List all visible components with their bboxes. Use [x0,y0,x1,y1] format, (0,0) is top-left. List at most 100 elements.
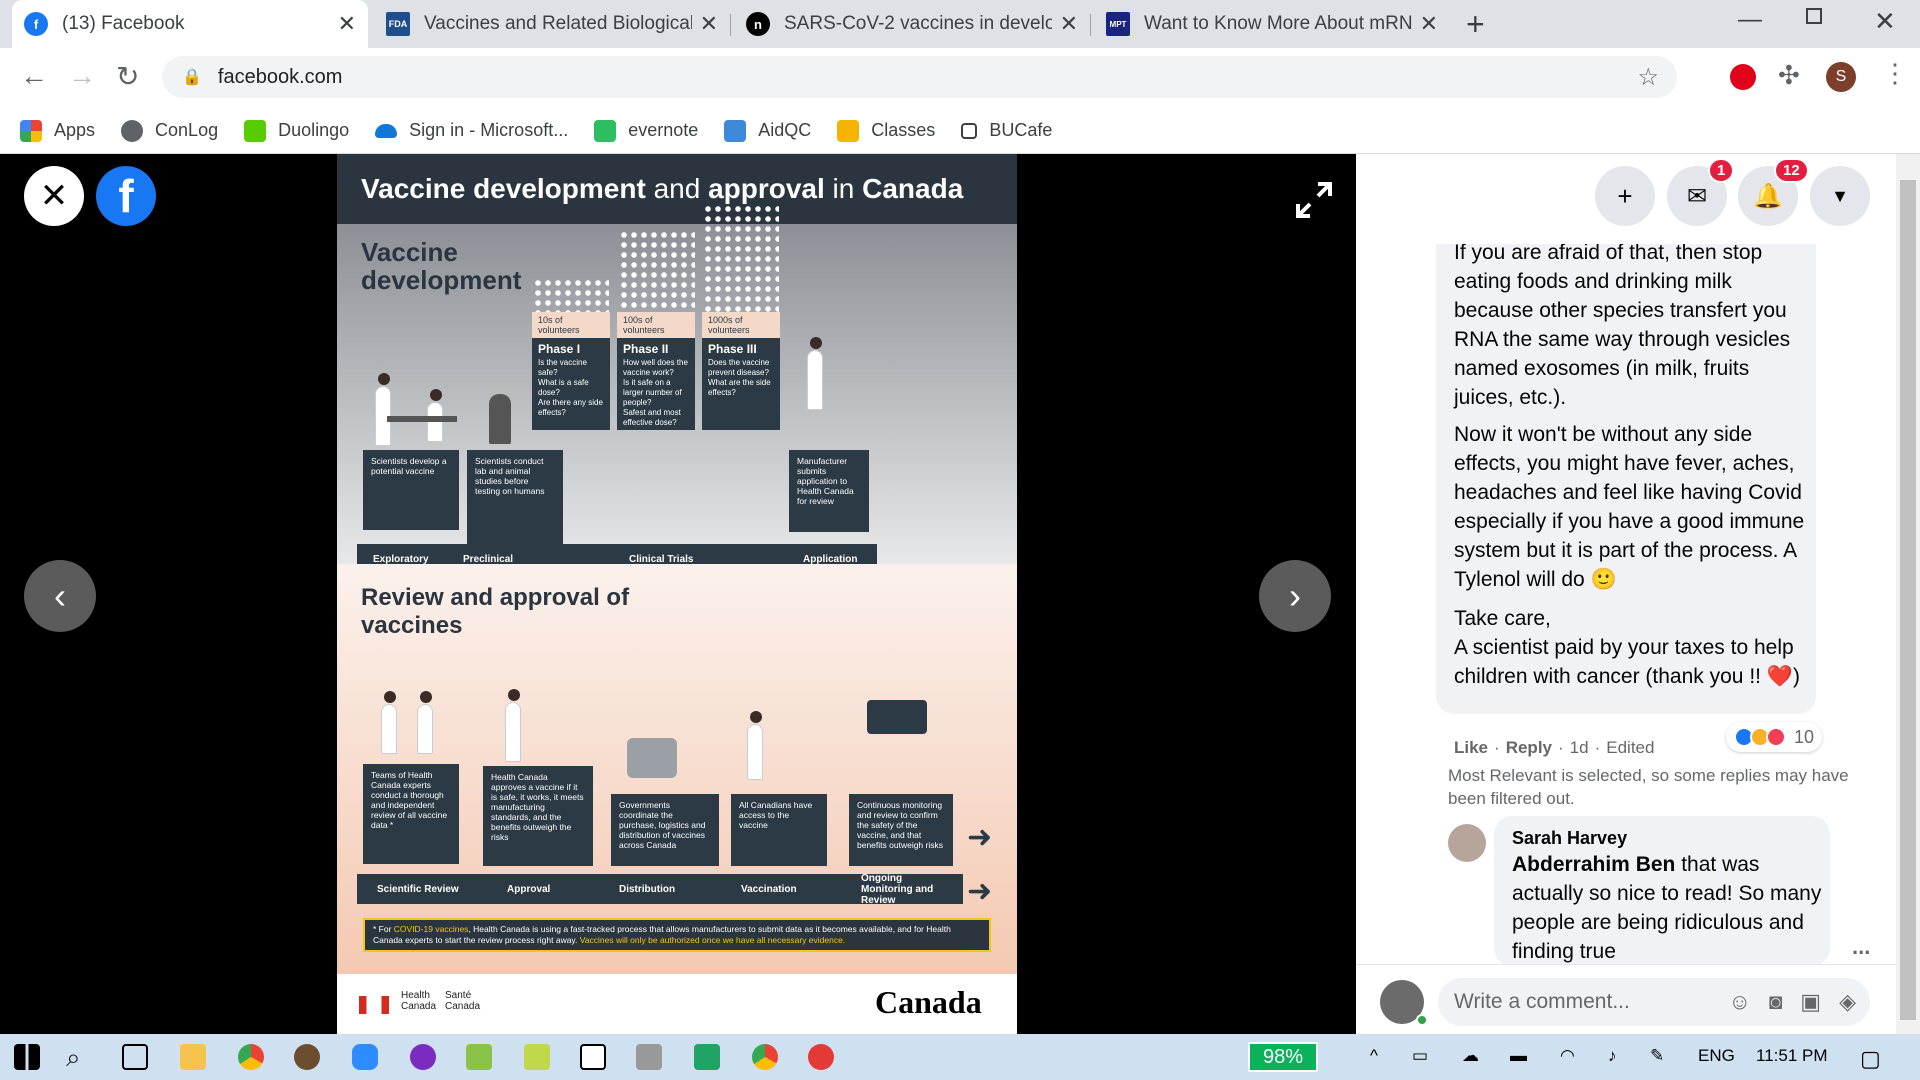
close-tab-icon[interactable]: ✕ [700,11,718,37]
fullscreen-expand-icon[interactable] [1294,180,1334,220]
bookmark-duolingo[interactable]: Duolingo [244,119,349,142]
bookmark-microsoft[interactable]: Sign in - Microsoft... [375,120,568,141]
tab-nature[interactable]: n SARS-CoV-2 vaccines in develop ✕ [734,0,1090,48]
comment-input[interactable]: Write a comment... ☺ ◙ ▣ ◈ [1438,978,1870,1026]
facebook-logo-icon[interactable]: f [96,166,156,226]
tab-fda[interactable]: FDA Vaccines and Related Biological P ✕ [374,0,730,48]
vaccination-illustration [747,711,763,780]
tab-strip: f (13) Facebook ✕ FDA Vaccines and Relat… [0,0,1920,48]
scrollbar-thumb[interactable] [1900,180,1916,1020]
back-arrow-icon[interactable]: ← [20,60,48,92]
app-icon[interactable] [636,1044,662,1070]
volunteer-count: 10s of volunteers [532,312,610,338]
lock-icon: 🔒 [182,69,202,86]
zoom-icon[interactable] [352,1044,378,1070]
reactions-summary[interactable]: 10 [1726,722,1823,752]
bookmark-conlog[interactable]: ConLog [121,119,218,142]
emoji-icon[interactable]: ☺ [1729,989,1751,1015]
previous-photo-button[interactable]: ‹ [24,560,96,632]
create-button[interactable]: + [1595,166,1655,226]
file-explorer-icon[interactable] [180,1044,206,1070]
camera-icon[interactable]: ◙ [1769,989,1782,1015]
app-icon[interactable] [524,1044,550,1070]
comment-time[interactable]: 1d [1570,738,1589,758]
phase-question: Does the vaccine prevent disease? [708,358,770,377]
comment-paragraph: Take care, A scientist paid by your taxe… [1454,607,1800,688]
chrome-icon[interactable] [238,1044,264,1070]
excel-icon[interactable] [694,1044,720,1070]
restore-button[interactable] [1806,8,1822,24]
profile-avatar[interactable]: S [1826,62,1856,92]
language-indicator[interactable]: ENG [1698,1046,1735,1066]
notepad-icon[interactable] [580,1044,606,1070]
close-tab-icon[interactable]: ✕ [1420,11,1438,37]
close-tab-icon[interactable]: ✕ [338,11,356,37]
pen-icon[interactable]: ✎ [1650,1046,1664,1066]
account-menu-button[interactable]: ▼ [1810,166,1870,226]
notification-center-icon[interactable]: ▢ [1860,1046,1881,1072]
clock[interactable]: 11:51 PM [1756,1046,1828,1066]
like-link[interactable]: Like [1454,738,1488,758]
volunteer-count: 100s of volunteers [617,312,695,338]
comment-paragraph: Now it won't be without any side effects… [1454,423,1805,591]
gif-icon[interactable]: ▣ [1800,989,1821,1015]
minimize-button[interactable]: — [1738,6,1762,34]
section-title: Vaccine development [361,237,522,295]
tab-divider [730,14,731,36]
battery-icon[interactable]: ▬ [1510,1046,1527,1066]
reply-author-avatar[interactable] [1448,824,1486,862]
next-photo-button[interactable]: › [1259,560,1331,632]
chrome-icon[interactable] [752,1044,778,1070]
app-icon[interactable] [294,1044,320,1070]
bookmark-star-icon[interactable]: ☆ [1637,63,1659,92]
tray-icon[interactable]: ▭ [1412,1046,1428,1066]
tab-title: Vaccines and Related Biological P [424,13,692,34]
tab-facebook[interactable]: f (13) Facebook ✕ [12,0,368,48]
close-tab-icon[interactable]: ✕ [1060,11,1078,37]
page-scrollbar[interactable] [1896,154,1920,1034]
close-window-button[interactable]: ✕ [1874,6,1896,37]
bookmark-evernote[interactable]: evernote [594,119,699,142]
phase-question: What are the side effects? [708,378,771,397]
title-part: in [824,173,863,204]
close-viewer-button[interactable]: ✕ [24,166,84,226]
bookmark-label: evernote [628,120,699,140]
wifi-icon[interactable]: ◠ [1560,1046,1575,1066]
reply-author-name[interactable]: Sarah Harvey [1512,828,1627,849]
messenger-icon: ✉ [1686,182,1708,210]
bookmark-apps[interactable]: Apps [20,119,95,142]
address-bar[interactable]: 🔒 facebook.com ☆ [162,56,1677,98]
globe-icon [121,119,144,142]
onedrive-icon[interactable]: ☁ [1462,1046,1479,1066]
chevron-up-icon[interactable]: ^ [1370,1046,1378,1066]
search-icon[interactable]: ⌕ [66,1042,81,1074]
app-icon[interactable] [466,1044,492,1070]
sticker-icon[interactable]: ◈ [1839,989,1856,1015]
stage-label: Approval [507,883,551,895]
phase-3-box: 1000s of volunteers Phase III Does the v… [702,312,780,430]
bookmark-aidqc[interactable]: AidQC [724,119,811,142]
extension-adblock-icon[interactable] [1730,64,1756,90]
bookmark-bucafe[interactable]: BUCafe [961,120,1052,141]
task-view-icon[interactable] [122,1044,148,1070]
tab-mpt[interactable]: MPT Want to Know More About mRN ✕ [1094,0,1450,48]
more-options-icon[interactable]: ... [1852,934,1870,960]
stage-label: Scientific Review [377,883,459,895]
teams-icon[interactable] [410,1044,436,1070]
menu-kebab-icon[interactable]: ⋮ [1882,58,1908,89]
forward-arrow-icon[interactable]: → [68,60,96,92]
extensions-puzzle-icon[interactable]: ✣ [1778,60,1800,91]
canada-wordmark: Canada [875,984,982,1020]
new-tab-button[interactable]: + [1466,6,1485,43]
bookmark-classes[interactable]: Classes [837,119,935,142]
volume-icon[interactable]: ♪ [1608,1046,1617,1066]
windows-start-icon[interactable] [14,1044,40,1070]
battery-indicator[interactable]: 98% [1248,1042,1318,1072]
aidqc-icon [724,119,747,142]
tab-title: SARS-CoV-2 vaccines in develop [784,13,1052,34]
mention-link[interactable]: Abderrahim Ben [1512,853,1675,876]
volunteers-crowd-small [533,278,609,314]
reply-link[interactable]: Reply [1506,738,1552,758]
app-icon[interactable] [808,1044,834,1070]
reload-icon[interactable]: ↻ [116,60,139,93]
